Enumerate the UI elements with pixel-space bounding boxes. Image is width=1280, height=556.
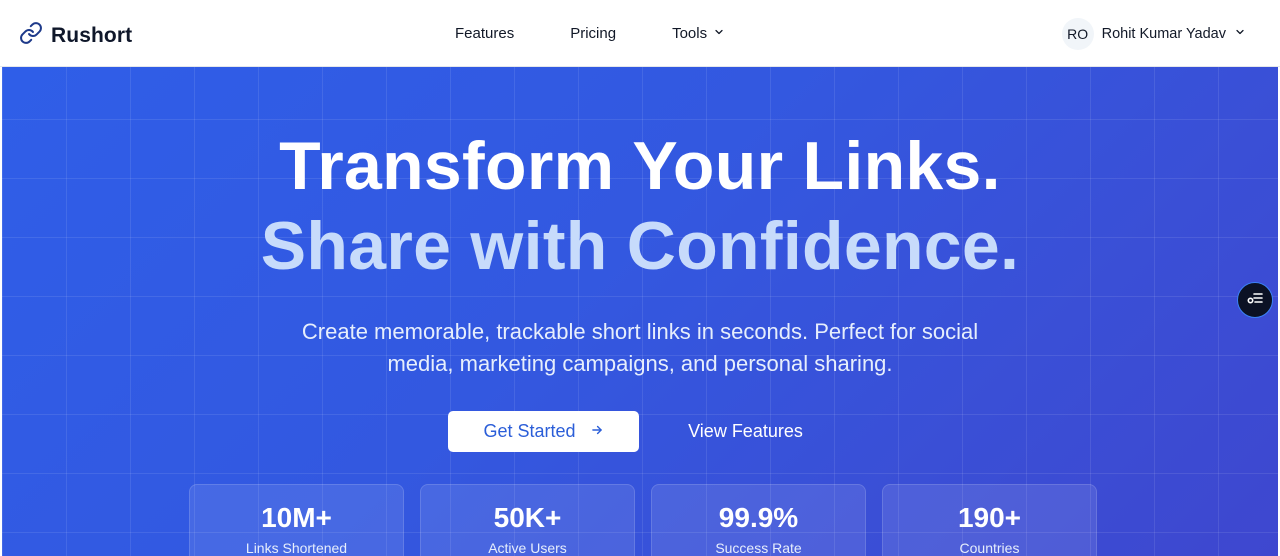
nav-link-label: Features [455, 25, 515, 42]
arrow-right-icon [590, 421, 604, 442]
chevron-down-icon [713, 25, 725, 42]
stat-card-users: 50K+ Active Users [420, 484, 635, 556]
link-icon [19, 21, 43, 50]
stat-card-countries: 190+ Countries [882, 484, 1097, 556]
stats-row: 10M+ Links Shortened 50K+ Active Users 9… [189, 484, 1097, 556]
stat-value: 50K+ [493, 502, 562, 533]
user-name: Rohit Kumar Yadav [1101, 26, 1226, 42]
stat-label: Active Users [488, 540, 567, 556]
stat-value: 99.9% [718, 502, 799, 533]
top-navbar: Rushort Features Pricing Tools RO Rohit … [0, 0, 1280, 67]
avatar-initials: RO [1067, 26, 1089, 42]
filter-list-icon [1245, 288, 1265, 313]
brand-name: Rushort [51, 23, 133, 47]
chevron-down-icon[interactable] [1234, 25, 1246, 43]
nav-link-label: Pricing [570, 25, 617, 42]
view-features-button[interactable]: View Features [668, 411, 823, 452]
stat-label: Links Shortened [245, 540, 348, 556]
get-started-label: Get Started [483, 421, 576, 441]
hero-headline-line2: Share with Confidence. [260, 208, 1020, 284]
floating-action-button[interactable] [1237, 282, 1273, 318]
brand-logo[interactable]: Rushort [19, 21, 132, 50]
nav-link-label: Tools [672, 25, 708, 42]
hero-headline-line1: Transform Your Links. [279, 128, 1001, 204]
stat-card-links: 10M+ Links Shortened [189, 484, 404, 556]
stat-value: 190+ [957, 502, 1022, 533]
nav-links: Features Pricing Tools [455, 25, 781, 42]
nav-link-tools[interactable]: Tools [672, 25, 725, 42]
avatar[interactable]: RO [1061, 18, 1094, 50]
nav-link-features[interactable]: Features [455, 25, 514, 42]
stat-card-success: 99.9% Success Rate [651, 484, 866, 556]
user-menu[interactable]: RO Rohit Kumar Yadav [1061, 18, 1246, 50]
stat-label: Countries [959, 540, 1020, 556]
view-features-label: View Features [688, 421, 803, 441]
nav-link-pricing[interactable]: Pricing [570, 25, 616, 42]
stat-label: Success Rate [715, 540, 802, 556]
get-started-button[interactable]: Get Started [448, 411, 639, 452]
hero-section: Transform Your Links. Share with Confide… [2, 67, 1278, 556]
hero-subtitle: Create memorable, trackable short links … [301, 319, 979, 376]
stat-value: 10M+ [261, 502, 332, 533]
